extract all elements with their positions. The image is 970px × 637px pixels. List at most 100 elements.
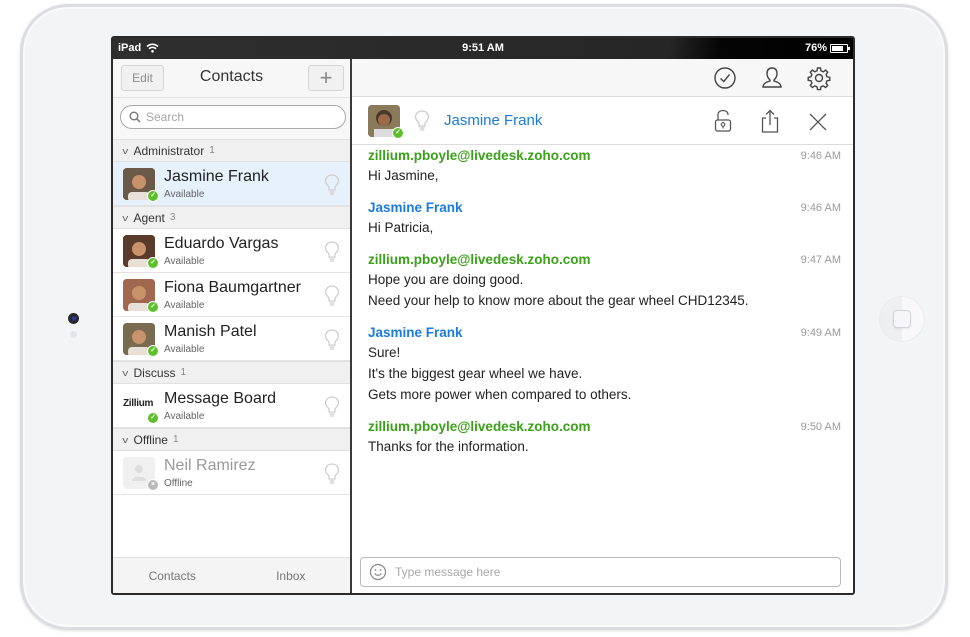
contact-name: Manish Patel [164,323,257,340]
chevron-down-icon: v [122,145,129,156]
battery-icon [830,43,850,53]
camera-icon [68,313,79,324]
message: zillium.pboyle@livedesk.zoho.com 9:50 AM T… [352,418,853,457]
message-input[interactable] [395,565,815,579]
group-name: Agent [133,210,165,225]
search-row [113,97,350,141]
chat-panel: ✓ Jasmine Frank zillium.pboyle@livedesk.… [352,59,853,593]
contact-status: Available [164,189,205,200]
contact-name: Message Board [164,390,277,407]
message-time: 9:46 AM [800,150,841,162]
message-time: 9:47 AM [800,254,841,266]
unlock-icon[interactable] [712,109,734,133]
lightbulb-icon[interactable] [324,174,340,196]
screen: iPad 9:51 AM 76% Edit Contacts + Search … [111,36,855,595]
search-icon [129,111,141,123]
available-status-icon: ✓ [147,257,159,269]
message-time: 9:49 AM [800,327,841,339]
contact-name: Eduardo Vargas [164,235,279,252]
user-icon[interactable] [759,65,785,91]
contact-row[interactable]: ✓ Manish Patel Available [113,317,350,361]
group-count: 1 [209,145,215,156]
message-text: Hi Jasmine, [368,168,439,183]
contacts-panel: Edit Contacts + v Administrator 1 ✓ Jasmine … [113,59,351,593]
search-input[interactable] [146,110,326,124]
message-sender[interactable]: zillium.pboyle@livedesk.zoho.com [368,251,853,269]
contact-row[interactable]: ✓ Jasmine Frank Available [113,162,350,206]
close-icon[interactable] [807,109,829,133]
contacts-header: Edit Contacts + [113,59,350,97]
message-text: Thanks for the information. [368,439,529,454]
message-text: Sure! [368,345,401,360]
message-text: Gets more power when compared to others. [368,387,632,402]
group-count: 1 [172,434,179,445]
contact-name: Fiona Baumgartner [164,279,301,296]
check-circle-icon[interactable] [712,65,738,91]
message-sender[interactable]: Jasmine Frank [368,324,853,342]
contact-row[interactable]: ✓ Fiona Baumgartner Available [113,273,350,317]
zillium-logo: Zillium [123,398,154,409]
contact-status: Available [164,344,205,355]
tab-inbox[interactable]: Inbox [232,558,351,593]
chevron-down-icon: v [122,434,129,445]
lightbulb-icon[interactable] [324,463,340,485]
group-name: Offline [133,432,168,447]
status-bar: iPad 9:51 AM 76% [113,38,853,59]
lightbulb-icon[interactable] [324,241,340,263]
message-text: Hope you are doing good. [368,272,524,287]
message-sender[interactable]: zillium.pboyle@livedesk.zoho.com [368,418,853,436]
contact-status: Available [164,300,205,311]
message-time: 9:50 AM [800,421,841,433]
home-button[interactable] [879,296,925,342]
chevron-down-icon: v [122,212,129,223]
add-contact-button[interactable]: + [308,65,344,91]
gear-icon[interactable] [806,65,832,91]
share-icon[interactable] [759,109,781,133]
contact-row[interactable]: ✓ Eduardo Vargas Available [113,229,350,273]
sensor [70,331,77,338]
contact-name: Neil Ramirez [164,457,256,474]
available-status-icon: ✓ [147,412,159,424]
battery-percent: 76% [804,42,827,54]
group-header-administrator[interactable]: v Administrator 1 [113,139,350,162]
group-count: 3 [169,212,176,223]
message: Jasmine Frank 9:46 AM Hi Patricia, [352,199,853,238]
contact-name: Jasmine Frank [164,168,269,185]
available-status-icon: ✓ [147,345,159,357]
lightbulb-icon[interactable] [324,285,340,307]
available-status-icon: ✓ [147,190,159,202]
emoji-icon[interactable] [369,563,387,581]
group-header-offline[interactable]: v Offline 1 [113,428,350,451]
contact-row[interactable]: × Neil Ramirez Offline [113,451,350,495]
message-composer[interactable] [360,557,841,587]
lightbulb-icon [414,110,430,131]
offline-status-icon: × [147,479,159,491]
message-text: Hi Patricia, [368,220,434,235]
available-status-icon: ✓ [392,127,404,139]
message: zillium.pboyle@livedesk.zoho.com 9:46 AM H… [352,147,853,186]
tab-contacts[interactable]: Contacts [113,558,232,593]
contact-row[interactable]: Zillium ✓ Message Board Available [113,384,350,428]
message-sender[interactable]: zillium.pboyle@livedesk.zoho.com [368,147,853,165]
chat-header: ✓ Jasmine Frank [352,97,853,145]
lightbulb-icon[interactable] [324,396,340,418]
lightbulb-icon[interactable] [324,329,340,351]
contact-status: Available [164,411,205,422]
available-status-icon: ✓ [147,301,159,313]
status-time: 9:51 AM [462,42,504,54]
search-box[interactable] [120,105,346,129]
message-text: It's the biggest gear wheel we have. [368,366,583,381]
bottom-tabbar: Contacts Inbox [113,557,351,593]
message-sender[interactable]: Jasmine Frank [368,199,853,217]
message: zillium.pboyle@livedesk.zoho.com 9:47 AM H… [352,251,853,311]
group-header-agent[interactable]: v Agent 3 [113,206,350,229]
chat-toolbar [352,59,853,97]
group-header-discuss[interactable]: v Discuss 1 [113,361,350,384]
chat-contact-name[interactable]: Jasmine Frank [444,112,542,129]
chevron-down-icon: v [122,367,129,378]
contact-status: Offline [164,478,193,489]
contact-status: Available [164,256,205,267]
message-text: Need your help to know more about the ge… [368,293,749,308]
message-list: zillium.pboyle@livedesk.zoho.com 9:46 AM H… [352,147,853,470]
contact-list: v Administrator 1 ✓ Jasmine Frank Available v A… [113,139,350,495]
